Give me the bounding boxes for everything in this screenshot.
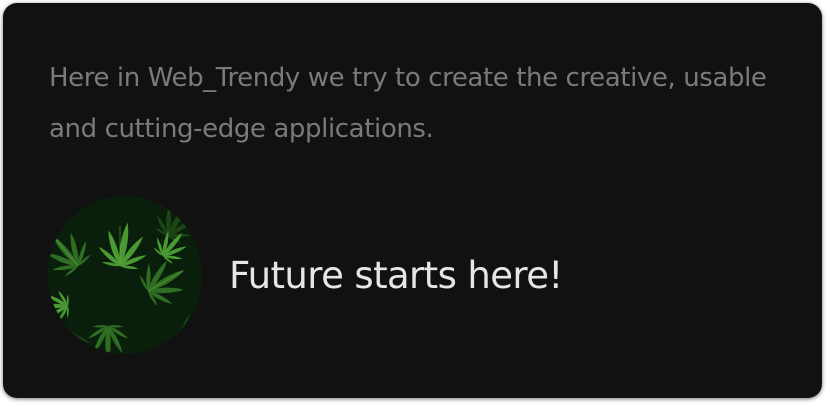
info-card: Here in Web_Trendy we try to create the … [3,3,822,398]
tagline-text: Future starts here! [229,253,563,297]
intro-text: Here in Web_Trendy we try to create the … [49,63,767,144]
tagline-row: Future starts here! [48,196,563,354]
leaf-illustration-icon [48,196,202,354]
cannabis-leaves-image [48,196,202,354]
